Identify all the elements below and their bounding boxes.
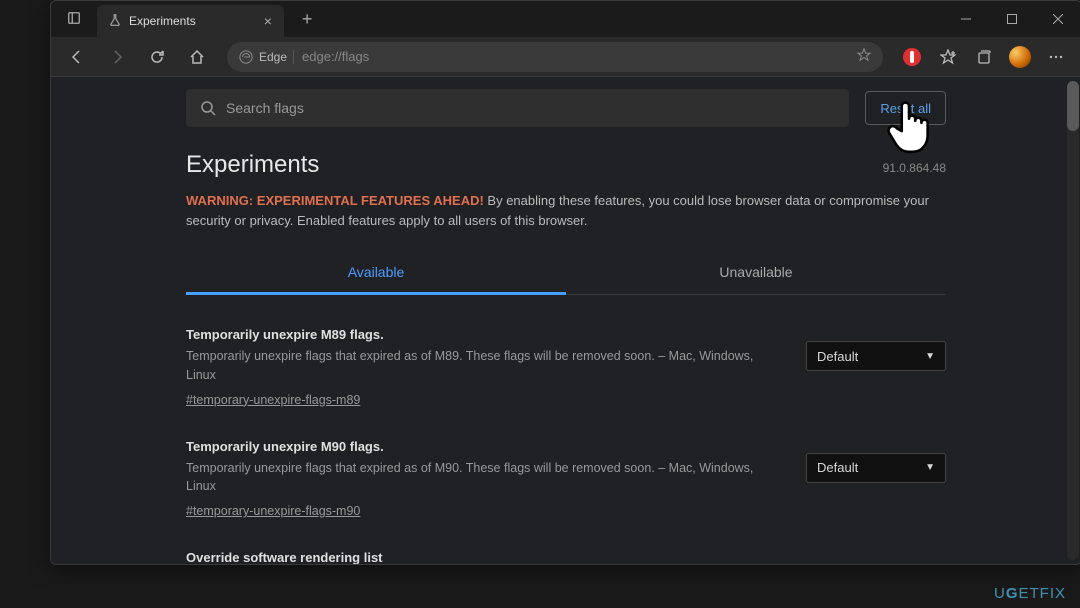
browser-tab[interactable]: Experiments × bbox=[97, 5, 284, 37]
url-text: edge://flags bbox=[302, 49, 369, 64]
flag-select[interactable]: Default▼ bbox=[806, 453, 946, 483]
flags-list: Temporarily unexpire M89 flags. Temporar… bbox=[186, 315, 946, 564]
window-controls bbox=[943, 1, 1080, 37]
flag-text: Override software rendering list Overrid… bbox=[186, 550, 786, 564]
flag-desc: Temporarily unexpire flags that expired … bbox=[186, 347, 786, 385]
flag-select[interactable]: Default▼ bbox=[806, 341, 946, 371]
flag-title: Temporarily unexpire M90 flags. bbox=[186, 439, 786, 454]
toolbar: Edge edge://flags bbox=[51, 37, 1080, 77]
extension-icon[interactable] bbox=[895, 41, 929, 73]
favorites-icon[interactable] bbox=[931, 41, 965, 73]
flag-item: Override software rendering list Overrid… bbox=[186, 538, 946, 564]
flag-text: Temporarily unexpire M89 flags. Temporar… bbox=[186, 327, 786, 409]
scrollbar-track[interactable] bbox=[1067, 81, 1079, 560]
search-placeholder: Search flags bbox=[226, 100, 304, 116]
edge-label: Edge bbox=[259, 50, 287, 64]
chevron-down-icon: ▼ bbox=[925, 351, 935, 362]
header-row: Experiments 91.0.864.48 bbox=[186, 151, 946, 179]
flags-page: Search flags Reset all Experiments 91.0.… bbox=[186, 77, 946, 564]
back-button[interactable] bbox=[59, 41, 95, 73]
flag-link[interactable]: #temporary-unexpire-flags-m90 bbox=[186, 504, 360, 518]
menu-button[interactable] bbox=[1039, 41, 1073, 73]
chevron-down-icon: ▼ bbox=[925, 462, 935, 473]
reset-all-button[interactable]: Reset all bbox=[865, 91, 946, 125]
titlebar-left: Experiments × + bbox=[51, 1, 322, 37]
content-area: Search flags Reset all Experiments 91.0.… bbox=[51, 77, 1080, 564]
flag-title: Override software rendering list bbox=[186, 550, 786, 564]
home-button[interactable] bbox=[179, 41, 215, 73]
warning-text: WARNING: EXPERIMENTAL FEATURES AHEAD! By… bbox=[186, 191, 946, 230]
new-tab-button[interactable]: + bbox=[292, 9, 323, 30]
tab-actions-icon[interactable] bbox=[59, 11, 89, 28]
titlebar: Experiments × + bbox=[51, 1, 1080, 37]
profile-button[interactable] bbox=[1003, 41, 1037, 73]
flag-desc: Temporarily unexpire flags that expired … bbox=[186, 459, 786, 497]
collections-icon[interactable] bbox=[967, 41, 1001, 73]
forward-button[interactable] bbox=[99, 41, 135, 73]
flag-text: Temporarily unexpire M90 flags. Temporar… bbox=[186, 439, 786, 521]
avatar bbox=[1009, 46, 1031, 68]
close-window-button[interactable] bbox=[1035, 1, 1080, 37]
refresh-button[interactable] bbox=[139, 41, 175, 73]
tab-title: Experiments bbox=[129, 14, 196, 28]
flag-title: Temporarily unexpire M89 flags. bbox=[186, 327, 786, 342]
close-tab-icon[interactable]: × bbox=[264, 13, 272, 29]
flask-icon bbox=[109, 14, 121, 29]
toolbar-right bbox=[895, 41, 1073, 73]
flag-link[interactable]: #temporary-unexpire-flags-m89 bbox=[186, 393, 360, 407]
page-title: Experiments bbox=[186, 151, 319, 179]
maximize-button[interactable] bbox=[989, 1, 1035, 37]
minimize-button[interactable] bbox=[943, 1, 989, 37]
flag-item: Temporarily unexpire M90 flags. Temporar… bbox=[186, 427, 946, 539]
edge-badge: Edge bbox=[239, 50, 294, 64]
search-input[interactable]: Search flags bbox=[186, 89, 849, 127]
tabs: Available Unavailable bbox=[186, 252, 946, 295]
warning-bold: WARNING: EXPERIMENTAL FEATURES AHEAD! bbox=[186, 193, 484, 208]
version-text: 91.0.864.48 bbox=[883, 161, 946, 175]
tab-unavailable[interactable]: Unavailable bbox=[566, 252, 946, 294]
watermark: UGETFIX bbox=[994, 585, 1066, 602]
address-bar[interactable]: Edge edge://flags bbox=[227, 42, 883, 72]
flag-item: Temporarily unexpire M89 flags. Temporar… bbox=[186, 315, 946, 427]
favorite-icon[interactable] bbox=[857, 48, 871, 65]
search-row: Search flags Reset all bbox=[186, 89, 946, 127]
scrollbar-thumb[interactable] bbox=[1067, 81, 1079, 131]
browser-window: Experiments × + Edge edge://flags bbox=[50, 0, 1080, 565]
tab-available[interactable]: Available bbox=[186, 252, 566, 295]
search-icon bbox=[200, 100, 216, 116]
